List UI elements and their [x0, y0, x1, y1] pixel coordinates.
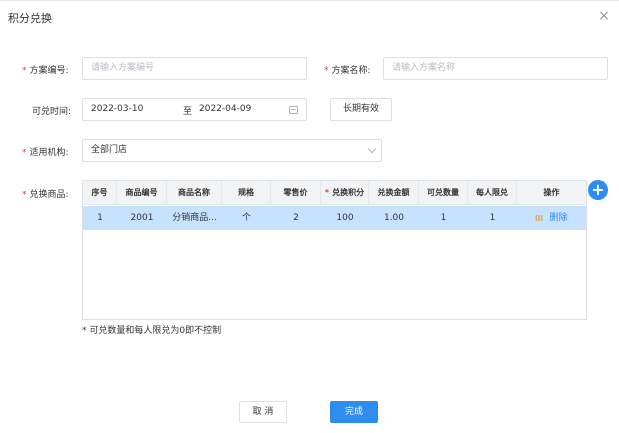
cell-points[interactable]: 100 — [321, 206, 369, 230]
col-header-required: * 兑换积分 — [321, 181, 369, 205]
scheme-name-input[interactable]: 请输入方案名称 — [383, 57, 608, 80]
org-label-text: 适用机构: — [29, 148, 69, 158]
table-row[interactable]: 1 2001 分销商品... 个 2 100 1.00 1 1 删除 — [83, 206, 586, 230]
add-product-button[interactable]: + — [588, 180, 608, 200]
required-mark: * — [22, 66, 27, 76]
date-separator: 至 — [183, 107, 193, 117]
table-header: 序号 商品编号 商品名称 规格 零售价 * 兑换积分 兑换金额 可兑数量 每人限兑… — [83, 181, 586, 205]
required-mark: * — [324, 66, 329, 76]
quantity-note: * 可兑数量和每人限兑为0即不控制 — [82, 326, 222, 336]
org-select[interactable]: 全部门店 — [82, 139, 382, 162]
scheme-no-label: * 方案编号: — [22, 63, 69, 76]
cell-quantity[interactable]: 1 — [419, 206, 468, 230]
delete-link[interactable]: 删除 — [549, 213, 567, 223]
goods-label: * 兑换商品: — [22, 187, 69, 200]
dialog-title: 积分兑换 — [8, 12, 52, 25]
col-header: 操作 — [543, 188, 560, 197]
col-header: 商品名称 — [167, 181, 222, 205]
col-header: 商品编号 — [117, 181, 167, 205]
cell-spec: 个 — [241, 213, 251, 223]
start-date[interactable]: 2022-03-10 — [91, 104, 143, 114]
close-icon[interactable]: × — [597, 9, 611, 23]
goods-table: 序号 商品编号 商品名称 规格 零售价 * 兑换积分 兑换金额 可兑数量 每人限兑… — [82, 180, 587, 320]
required-mark: * — [324, 188, 330, 197]
scheme-no-input[interactable]: 请输入方案编号 — [82, 57, 307, 80]
scheme-no-label-text: 方案编号: — [29, 66, 69, 76]
cell-retail-price: 2 — [293, 213, 299, 223]
col-header: 序号 — [83, 181, 117, 205]
long-term-button[interactable]: 长期有效 — [330, 98, 392, 121]
calendar-icon[interactable] — [289, 106, 298, 114]
col-header: 可兑数量 — [419, 181, 468, 205]
required-mark: * — [22, 190, 27, 200]
end-date[interactable]: 2022-04-09 — [199, 104, 251, 114]
grid-icon[interactable] — [535, 214, 544, 221]
scheme-name-label: * 方案名称: — [324, 63, 371, 76]
col-header: 兑换金额 — [369, 181, 419, 205]
cell-product-name: 分销商品... — [172, 213, 217, 223]
cell-actions: 删除 — [517, 206, 586, 230]
cell-index: 1 — [97, 213, 103, 223]
col-header: 每人限兑 — [468, 181, 517, 205]
top-border — [0, 0, 619, 1]
cell-per-person-limit[interactable]: 1 — [468, 206, 517, 230]
org-label: * 适用机构: — [22, 145, 69, 158]
col-header: 零售价 — [271, 181, 321, 205]
required-mark: * — [22, 148, 27, 158]
col-header: 规格 — [222, 181, 271, 205]
confirm-button[interactable]: 完成 — [330, 401, 378, 423]
col-header-text: 兑换积分 — [332, 188, 365, 197]
period-label: 可兑时间: — [32, 107, 72, 117]
cell-amount[interactable]: 1.00 — [369, 206, 419, 230]
cell-product-code: 2001 — [130, 213, 154, 223]
goods-label-text: 兑换商品: — [29, 190, 69, 200]
scheme-name-label-text: 方案名称: — [331, 66, 371, 76]
cancel-button[interactable]: 取 消 — [239, 401, 287, 423]
